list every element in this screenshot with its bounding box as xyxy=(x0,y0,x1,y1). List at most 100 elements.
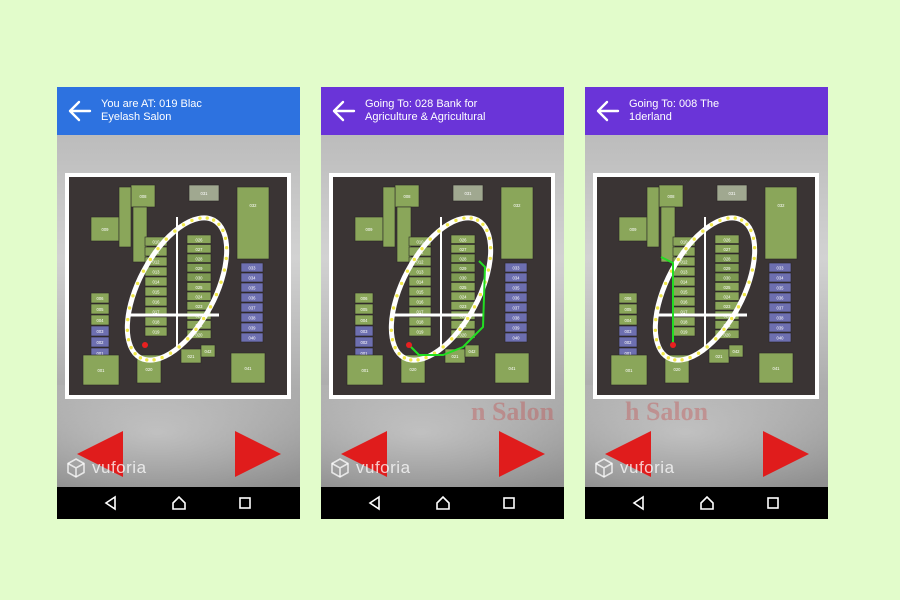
waypoint-dot xyxy=(160,355,164,360)
phone-screen-1: You are AT: 019 Blac Eyelash Salon 008 03… xyxy=(57,87,300,519)
next-arrow-button[interactable] xyxy=(499,431,545,477)
arrow-left-icon[interactable] xyxy=(595,99,621,123)
waypoint-dot xyxy=(141,269,146,273)
shop-label: 033 xyxy=(777,266,785,271)
shop-label: 015 xyxy=(417,290,425,295)
camera-view: h Salon 008 031 032 009 006 005 004 003 002 001 01… xyxy=(585,135,828,487)
shop-unit xyxy=(118,186,132,248)
waypoint-dot xyxy=(747,280,751,284)
waypoint-dot xyxy=(393,345,397,350)
shop-label: 012 xyxy=(681,260,689,265)
shop-unit xyxy=(646,186,660,248)
shop-label: 014 xyxy=(681,280,689,285)
waypoint-dot xyxy=(739,218,744,222)
shop-label: 006 xyxy=(97,296,105,301)
waypoint-dot xyxy=(194,327,198,332)
next-arrow-button[interactable] xyxy=(763,431,809,477)
waypoint-dot xyxy=(221,228,225,233)
app-bar: You are AT: 019 Blac Eyelash Salon xyxy=(57,87,300,135)
shop-label: 005 xyxy=(97,307,105,312)
waypoint-dot xyxy=(390,338,395,342)
shop-label: 016 xyxy=(681,300,689,305)
waypoint-dot xyxy=(692,237,696,241)
shop-label: 019 xyxy=(417,330,425,335)
waypoint-dot xyxy=(181,223,186,227)
waypoint-dot xyxy=(409,358,413,362)
waypoint-dot xyxy=(487,236,492,240)
floor-map[interactable]: 008 031 032 009 006 005 004 003 002 001 010 011 012 0… xyxy=(65,173,291,399)
home-icon[interactable] xyxy=(171,495,187,511)
waypoint-dot xyxy=(201,316,206,321)
square-recent-icon[interactable] xyxy=(765,495,781,511)
waypoint-dot xyxy=(224,246,229,250)
shop-label: 042 xyxy=(469,349,477,354)
arrow-left-icon[interactable] xyxy=(331,99,357,123)
shop-label: 027 xyxy=(724,247,732,252)
current-location-marker xyxy=(406,342,412,348)
next-arrow-button[interactable] xyxy=(235,431,281,477)
waypoint-dot xyxy=(684,246,688,251)
shop-label: 028 xyxy=(460,256,468,261)
shop-label: 037 xyxy=(777,306,785,311)
shop-label: 021 xyxy=(716,354,724,359)
floor-map[interactable]: 008 031 032 009 006 005 004 003 002 001 010 011 012 0… xyxy=(329,173,555,399)
shop-label: 014 xyxy=(153,280,161,285)
arrow-left-icon[interactable] xyxy=(67,99,93,123)
shop-label: 036 xyxy=(249,296,257,301)
waypoint-dot xyxy=(412,257,417,262)
home-icon[interactable] xyxy=(699,495,715,511)
camera-view: n Salon 008 031 032 009 006 005 004 003 002 001 01… xyxy=(321,135,564,487)
square-recent-icon[interactable] xyxy=(237,495,253,511)
square-recent-icon[interactable] xyxy=(501,495,517,511)
page-title: Going To: 008 The 1derland xyxy=(629,98,720,123)
waypoint-dot xyxy=(389,328,394,332)
floor-plan-svg: 0080310320090060050040030020010100110120… xyxy=(333,177,551,395)
triangle-back-icon[interactable] xyxy=(103,495,119,511)
shop-label: 008 xyxy=(140,194,148,199)
shop-label: 025 xyxy=(196,285,204,290)
home-icon[interactable] xyxy=(435,495,451,511)
waypoint-dot xyxy=(131,294,135,298)
waypoint-dot xyxy=(659,294,663,298)
shop-label: 024 xyxy=(724,294,732,299)
shop-label: 001 xyxy=(98,368,106,373)
waypoint-dot xyxy=(445,223,450,227)
shop-unit xyxy=(382,186,396,248)
shop-label: 015 xyxy=(153,290,161,295)
waypoint-dot xyxy=(397,352,401,356)
triangle-back-icon[interactable] xyxy=(631,495,647,511)
shop-label: 035 xyxy=(513,286,521,291)
waypoint-dot xyxy=(709,223,714,227)
shop-label: 005 xyxy=(625,307,633,312)
shop-label: 037 xyxy=(513,306,521,311)
shop-label: 030 xyxy=(196,275,204,280)
floor-map[interactable]: 008 031 032 009 006 005 004 003 002 001 010 011 012 0… xyxy=(593,173,819,399)
shop-label: 021 xyxy=(188,354,196,359)
waypoint-dot xyxy=(402,356,407,360)
waypoint-dot xyxy=(481,222,485,226)
shop-label: 002 xyxy=(97,340,105,345)
shop-label: 002 xyxy=(625,340,633,345)
shop-label: 001 xyxy=(626,368,634,373)
camera-view: 008 031 032 009 006 005 004 003 002 001 010 011 012 0… xyxy=(57,135,300,487)
waypoint-dot xyxy=(654,338,659,342)
shop-label: 025 xyxy=(724,285,732,290)
vuforia-watermark: vuforia xyxy=(66,457,147,479)
waypoint-dot xyxy=(126,317,130,322)
background-sign-text: n Salon xyxy=(471,397,555,426)
shop-label: 041 xyxy=(245,366,253,371)
waypoint-dot xyxy=(696,351,701,355)
shop-label: 013 xyxy=(417,270,425,275)
shop-label: 006 xyxy=(625,296,633,301)
shop-label: 026 xyxy=(724,237,732,242)
shop-label: 003 xyxy=(97,329,105,334)
waypoint-dot xyxy=(405,269,410,273)
waypoint-dot xyxy=(465,316,470,321)
waypoint-dot xyxy=(127,306,132,310)
waypoint-dot xyxy=(125,328,130,332)
current-location-marker xyxy=(670,342,676,348)
waypoint-dot xyxy=(198,216,202,220)
triangle-back-icon[interactable] xyxy=(367,495,383,511)
shop-label: 025 xyxy=(460,285,468,290)
waypoint-dot xyxy=(458,327,462,332)
